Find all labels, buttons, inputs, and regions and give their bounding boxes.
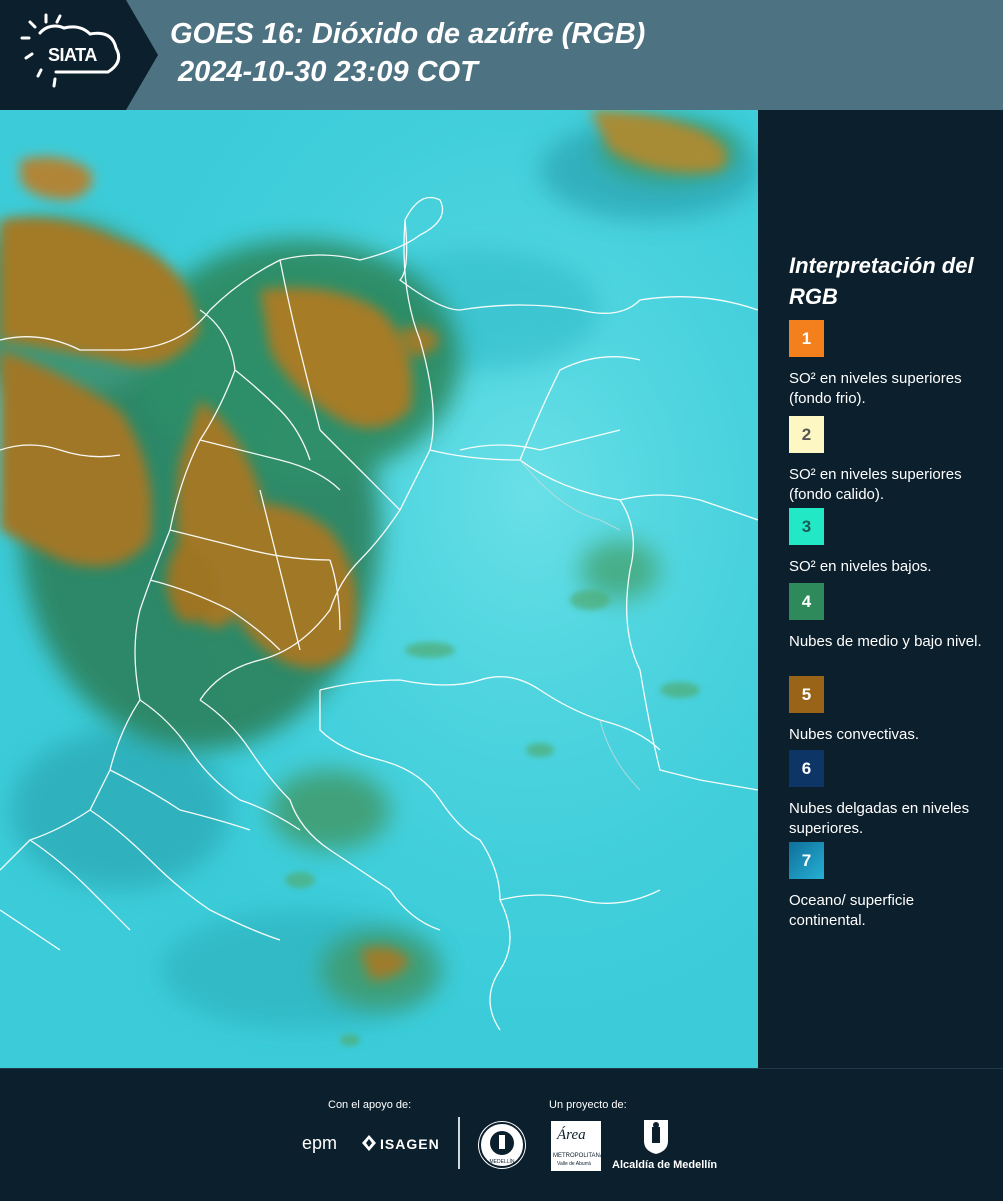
satellite-rgb-map [0, 110, 758, 1068]
legend-panel: Interpretación del RGB 1 SO² en niveles … [758, 110, 1003, 1068]
legend-text-4: Nubes de medio y bajo nivel. [789, 633, 982, 650]
page-timestamp: 2024-10-30 23:09 COT [178, 56, 478, 88]
header-bar: SIATA GOES 16: Dióxido de azúfre (RGB) 2… [0, 0, 1003, 110]
legend-swatch-1: 1 [789, 320, 824, 357]
page-title: GOES 16: Dióxido de azúfre (RGB) [170, 18, 646, 50]
legend-item-5: 5 Nubes convectivas. [789, 676, 989, 745]
area-logo-text: Área [557, 1127, 586, 1143]
project-label: Un proyecto de: [549, 1099, 627, 1111]
isagen-logo: ISAGEN [380, 1136, 440, 1152]
medellin-seal-text: MEDELLÍN [489, 1158, 514, 1165]
footer-divider [458, 1117, 460, 1169]
legend-swatch-6: 6 [789, 750, 824, 787]
legend-swatch-3: 3 [789, 508, 824, 545]
epm-logo: epm [302, 1133, 338, 1153]
legend-text-3: SO² en niveles bajos. [789, 558, 932, 575]
legend-text-7: Oceano/ superficie continental. [789, 892, 915, 929]
alcaldia-shield-icon [643, 1119, 669, 1160]
legend-text-6: Nubes delgadas en niveles superiores. [789, 800, 970, 837]
isagen-logo-icon [362, 1135, 376, 1156]
siata-logo: SIATA [0, 0, 158, 110]
legend-item-1: 1 SO² en niveles superiores (fondo frio)… [789, 320, 989, 409]
area-logo-sub: METROPOLITANA [553, 1153, 604, 1159]
satellite-map [0, 110, 758, 1068]
alcaldia-label: Alcaldía de Medellín [612, 1159, 718, 1171]
legend-swatch-7: 7 [789, 842, 824, 879]
legend-swatch-2: 2 [789, 416, 824, 453]
legend-swatch-5: 5 [789, 676, 824, 713]
legend-item-3: 3 SO² en niveles bajos. [789, 508, 989, 577]
legend-text-5: Nubes convectivas. [789, 726, 920, 743]
siata-logo-text: SIATA [48, 45, 97, 65]
legend-text-1: SO² en niveles superiores (fondo frio). [789, 370, 962, 407]
legend-title: Interpretación del RGB [789, 253, 974, 309]
legend-item-2: 2 SO² en niveles superiores (fondo calid… [789, 416, 989, 505]
legend-text-2: SO² en niveles superiores (fondo calido)… [789, 466, 962, 503]
legend-item-6: 6 Nubes delgadas en niveles superiores. [789, 750, 989, 839]
legend-item-7: 7 Oceano/ superficie continental. [789, 842, 989, 931]
legend-swatch-4: 4 [789, 583, 824, 620]
medellin-seal-icon: MEDELLÍN [478, 1121, 526, 1169]
area-logo-sub2: Valle de Aburrá [557, 1161, 591, 1167]
legend-item-4: 4 Nubes de medio y bajo nivel. [789, 583, 989, 652]
area-metropolitana-logo: Área METROPOLITANA Valle de Aburrá [551, 1121, 604, 1171]
support-label: Con el apoyo de: [328, 1099, 412, 1111]
footer: Con el apoyo de: epm ISAGEN Un proyecto … [0, 1068, 1003, 1201]
